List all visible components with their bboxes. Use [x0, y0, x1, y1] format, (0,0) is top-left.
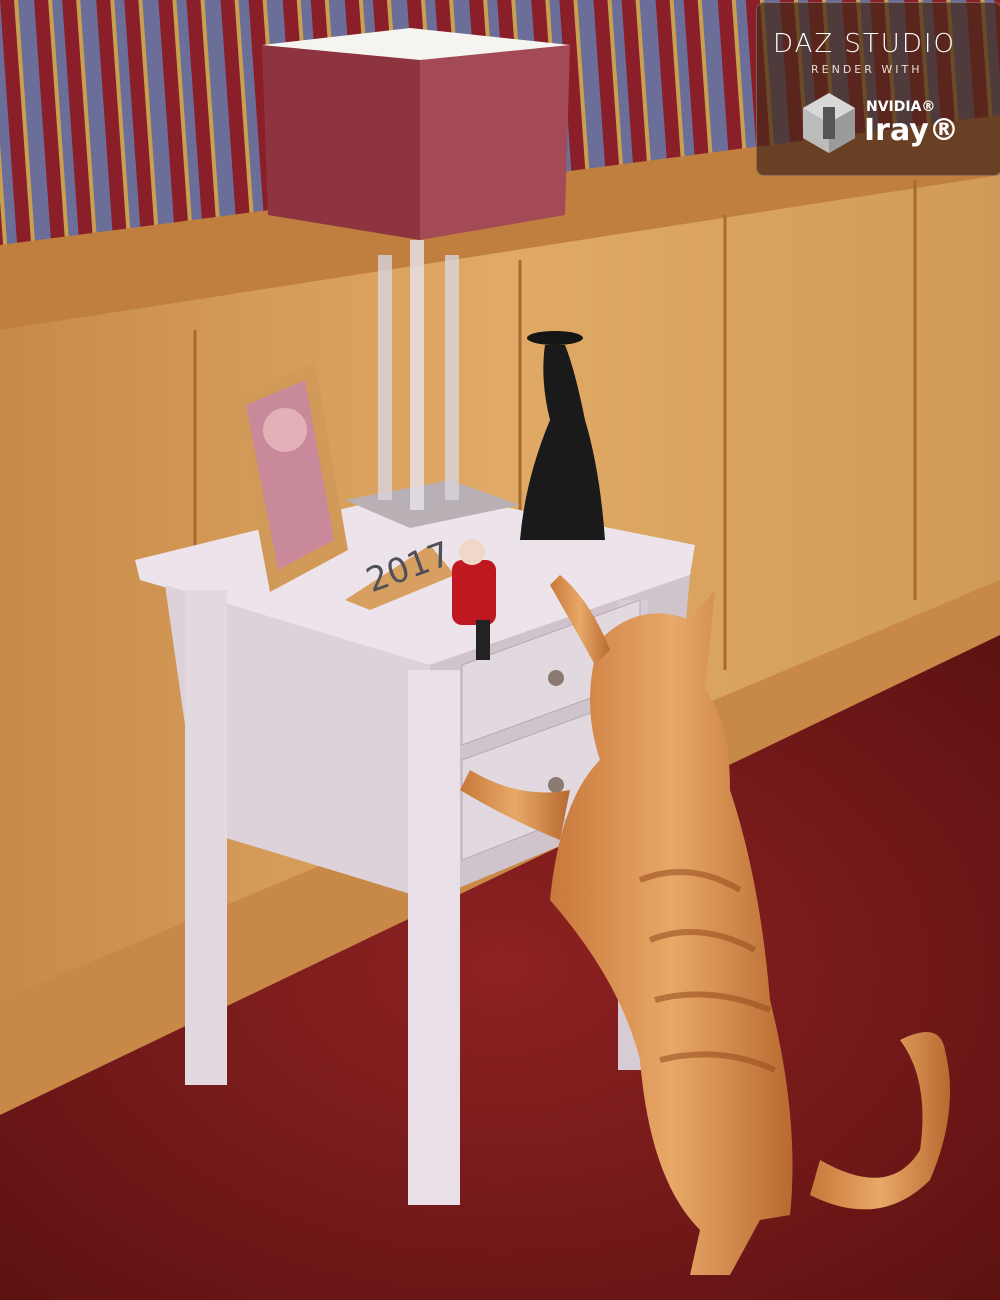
drawer-knob — [548, 777, 564, 793]
render-scene: 2017 — [0, 0, 1000, 1300]
logo-product: Iray® — [864, 113, 959, 148]
iray-cube-icon — [803, 93, 855, 153]
daz-iray-logo-badge: DAZ STUDIO RENDER WITH NVIDIA® Iray® — [756, 2, 1000, 176]
logo-tagline: RENDER WITH — [811, 63, 923, 76]
logo-brand: DAZ STUDIO — [773, 29, 956, 59]
drawer-knob — [548, 670, 564, 686]
